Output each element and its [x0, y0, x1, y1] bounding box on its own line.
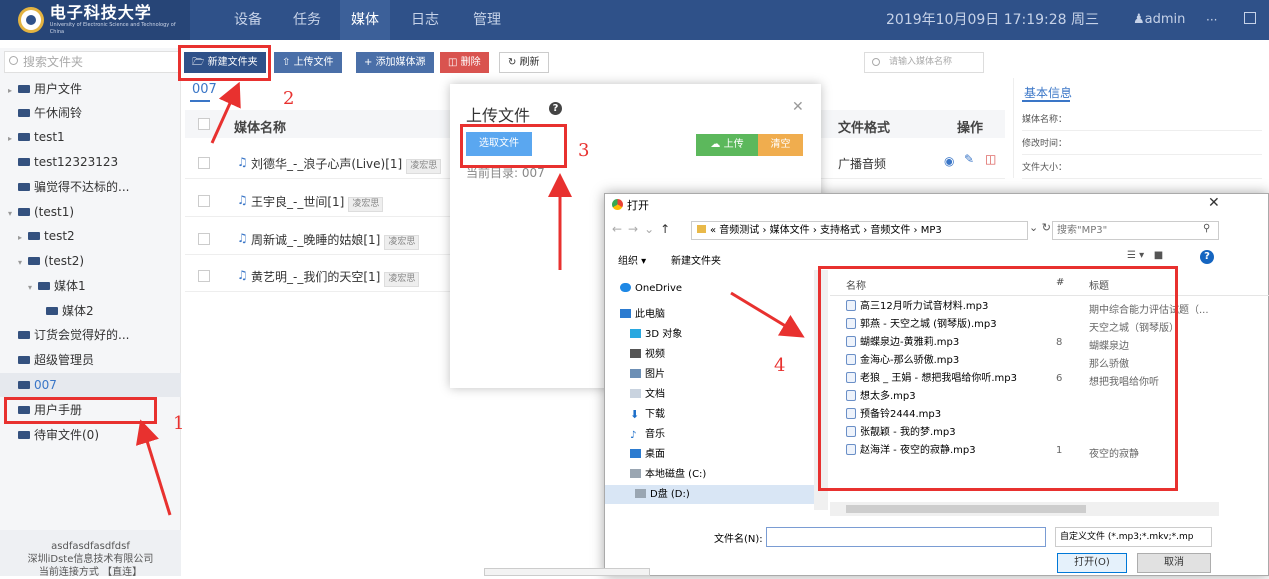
arrow-to-file-list [730, 291, 805, 338]
arrow-to-new-folder [210, 81, 241, 144]
annotation-arrows [135, 81, 805, 516]
arrow-to-user-manual [135, 419, 172, 516]
